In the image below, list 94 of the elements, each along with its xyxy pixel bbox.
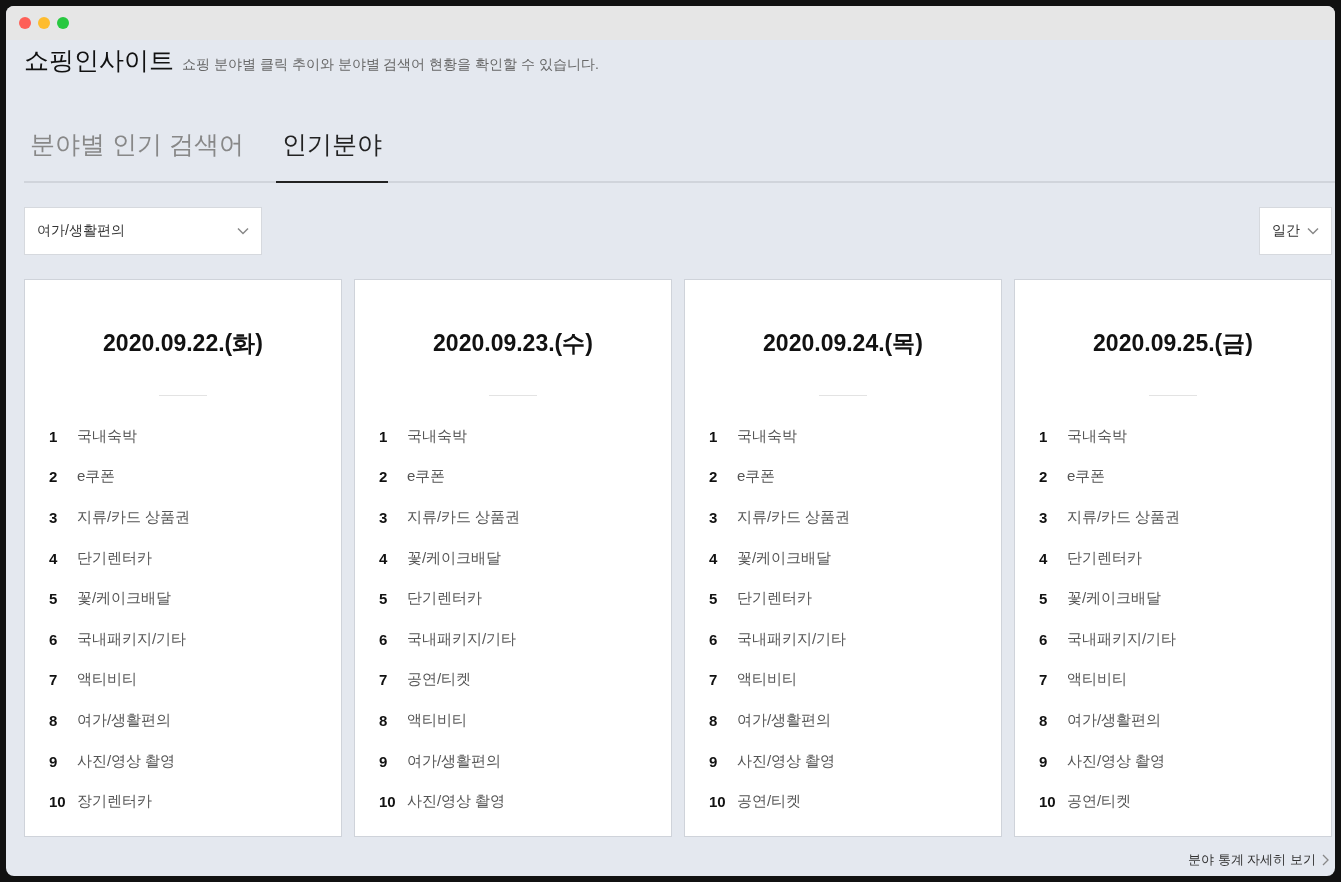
rank-number: 7	[379, 671, 389, 689]
card-date: 2020.09.24.(목)	[763, 329, 923, 358]
category-name: 공연/티켓	[1067, 792, 1132, 812]
page-title: 쇼핑인사이트	[24, 45, 174, 76]
category-name: 여가/생활편의	[77, 710, 172, 730]
rank-number: 2	[379, 468, 389, 486]
category-name: 사진/영상 촬영	[1067, 751, 1166, 771]
rank-number: 9	[1039, 752, 1049, 770]
rank-number: 3	[1039, 509, 1049, 526]
rank-number: 9	[379, 752, 389, 770]
rank-number: 1	[379, 427, 389, 445]
rank-number: 2	[1039, 468, 1049, 486]
chevron-down-icon	[1307, 227, 1319, 235]
category-name: 꽃/케이크배달	[407, 548, 502, 568]
category-name: 액티비티	[77, 670, 137, 690]
category-name: 단기렌터카	[407, 589, 482, 609]
card-date: 2020.09.23.(수)	[433, 329, 593, 358]
category-name: 꽃/케이크배달	[737, 548, 832, 568]
category-dropdown[interactable]: 여가/생활편의	[24, 207, 262, 255]
rank-number: 1	[49, 427, 59, 445]
category-name: 공연/티켓	[737, 792, 802, 812]
detail-stats-link[interactable]: 분야 통계 자세히 보기	[1188, 851, 1329, 869]
category-name: e쿠폰	[407, 467, 446, 487]
category-name: 국내패키지/기타	[1067, 629, 1177, 649]
category-name: 사진/영상 촬영	[737, 751, 836, 771]
category-name: 액티비티	[407, 710, 467, 730]
rank-number: 7	[49, 671, 59, 689]
rank-number: 3	[49, 509, 59, 526]
category-name: 지류/카드 상품권	[407, 508, 521, 527]
rank-number: 4	[379, 549, 389, 567]
rank-number: 10	[379, 793, 397, 811]
window-controls-icon[interactable]	[18, 16, 72, 30]
category-name: 사진/영상 촬영	[407, 792, 506, 812]
category-name: 장기렌터카	[77, 792, 152, 812]
category-name: 국내패키지/기타	[407, 629, 517, 649]
category-name: e쿠폰	[77, 467, 116, 487]
rank-number: 10	[1039, 793, 1057, 811]
rank-number: 9	[709, 752, 719, 770]
tab[interactable]: 인기분야	[275, 122, 388, 183]
rank-number: 1	[709, 427, 719, 445]
period-dropdown[interactable]: 일간	[1259, 207, 1332, 255]
category-name: 사진/영상 촬영	[77, 751, 176, 771]
rank-number: 8	[379, 711, 389, 729]
category-name: 단기렌터카	[77, 548, 152, 568]
rank-number: 5	[49, 590, 59, 608]
category-name: 지류/카드 상품권	[1067, 508, 1181, 527]
category-name: 여가/생활편의	[1067, 710, 1162, 730]
category-name: 국내숙박	[407, 426, 467, 446]
category-name: 지류/카드 상품권	[77, 508, 191, 527]
rank-number: 2	[709, 468, 719, 486]
category-name: e쿠폰	[1067, 467, 1106, 487]
rank-number: 1	[1039, 427, 1049, 445]
category-name: 꽃/케이크배달	[1067, 589, 1162, 609]
category-name: 액티비티	[1067, 670, 1127, 690]
category-name: 액티비티	[737, 670, 797, 690]
card-date: 2020.09.22.(화)	[103, 329, 263, 358]
category-name: 공연/티켓	[407, 670, 472, 690]
rank-number: 4	[49, 549, 59, 567]
rank-number: 6	[49, 630, 59, 648]
category-name: e쿠폰	[737, 467, 776, 487]
rank-number: 6	[1039, 630, 1049, 648]
rank-number: 5	[709, 590, 719, 608]
rank-number: 6	[709, 630, 719, 648]
rank-number: 8	[709, 711, 719, 729]
category-name: 국내숙박	[77, 426, 137, 446]
rank-number: 2	[49, 468, 59, 486]
chevron-down-icon	[237, 227, 249, 235]
rank-number: 8	[1039, 711, 1049, 729]
rank-number: 7	[1039, 671, 1049, 689]
category-name: 국내숙박	[737, 426, 797, 446]
rank-number: 8	[49, 711, 59, 729]
rank-number: 10	[49, 793, 67, 811]
rank-number: 9	[49, 752, 59, 770]
card-date: 2020.09.25.(금)	[1093, 329, 1253, 358]
rank-number: 5	[379, 590, 389, 608]
rank-number: 7	[709, 671, 719, 689]
category-name: 단기렌터카	[737, 589, 812, 609]
category-name: 국내숙박	[1067, 426, 1127, 446]
page-subtitle: 쇼핑 분야별 클릭 추이와 분야별 검색어 현황을 확인할 수 있습니다.	[182, 56, 599, 74]
category-name: 여가/생활편의	[737, 710, 832, 730]
rank-number: 10	[709, 793, 727, 811]
chevron-right-icon	[1322, 854, 1329, 866]
category-name: 여가/생활편의	[407, 751, 502, 771]
rank-number: 4	[1039, 549, 1049, 567]
category-name: 국내패키지/기타	[737, 629, 847, 649]
category-name: 단기렌터카	[1067, 548, 1142, 568]
rank-number: 5	[1039, 590, 1049, 608]
rank-number: 6	[379, 630, 389, 648]
rank-number: 3	[379, 509, 389, 526]
category-name: 지류/카드 상품권	[737, 508, 851, 527]
category-name: 꽃/케이크배달	[77, 589, 172, 609]
category-name: 국내패키지/기타	[77, 629, 187, 649]
rank-number: 3	[709, 509, 719, 526]
rank-number: 4	[709, 549, 719, 567]
